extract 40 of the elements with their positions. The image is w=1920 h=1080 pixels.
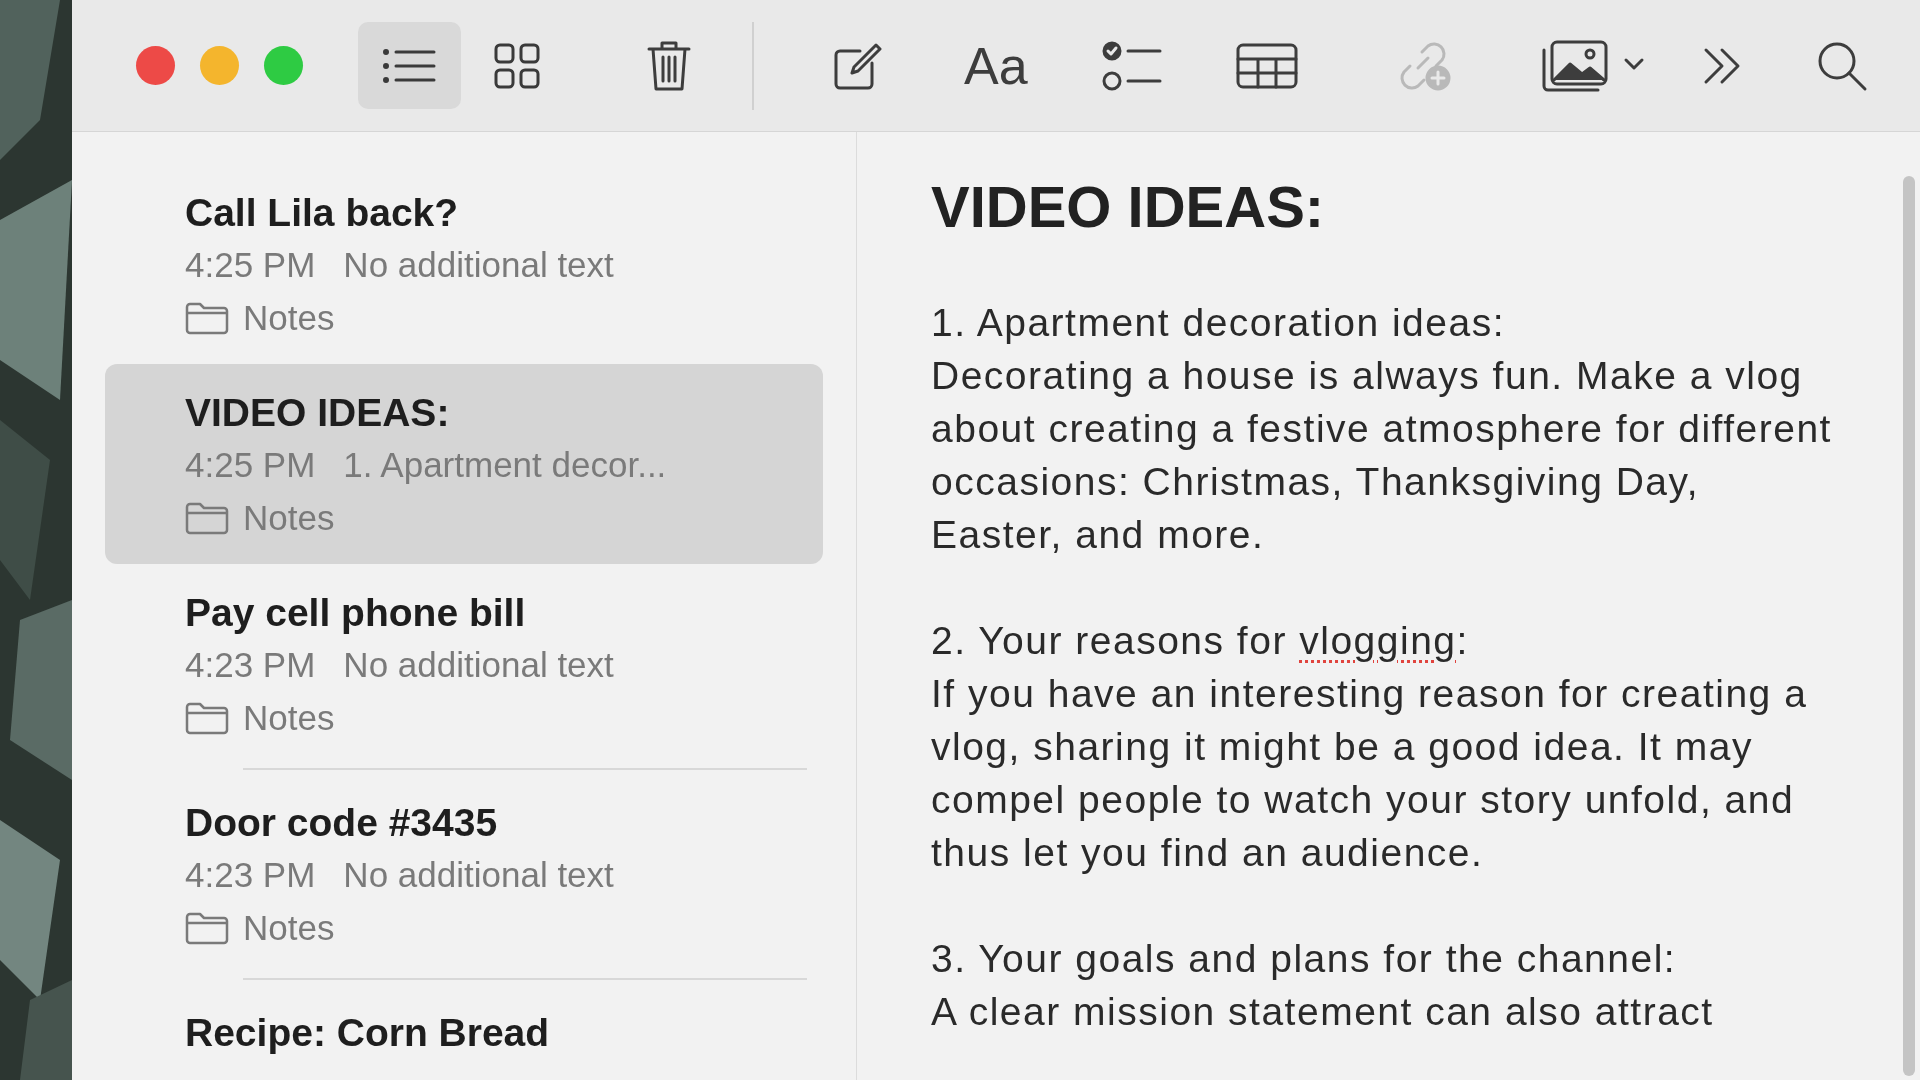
folder-label: Notes	[243, 697, 335, 739]
note-time: 4:23 PM	[185, 854, 316, 896]
table-icon	[1235, 42, 1298, 89]
note-preview: No additional text	[343, 244, 614, 286]
folder-label: Notes	[243, 907, 335, 949]
folder-icon	[185, 501, 229, 535]
note-preview: No additional text	[343, 854, 614, 896]
note-list-item[interactable]: Recipe: Corn Bread	[105, 984, 823, 1078]
folder-icon	[185, 911, 229, 945]
format-button[interactable]: Aa	[956, 25, 1036, 106]
folder-label: Notes	[243, 297, 335, 339]
note-title: Pay cell phone bill	[185, 590, 527, 636]
section-heading: 1. Apartment decoration ideas:	[931, 300, 1506, 346]
note-time: 4:25 PM	[185, 444, 316, 486]
note-time: 4:23 PM	[185, 644, 316, 686]
note-time: 4:25 PM	[185, 244, 316, 286]
section-heading: 3. Your goals and plans for the channel:	[931, 936, 1678, 982]
note-list-item[interactable]: VIDEO IDEAS: 4:25 PM 1. Apartment decor... Notes	[105, 364, 823, 564]
note-title: VIDEO IDEAS:	[185, 390, 451, 436]
folder-icon	[185, 701, 229, 735]
grid-icon	[492, 41, 541, 90]
note-list-item[interactable]: Call Lila back? 4:25 PM No additional text Notes	[105, 164, 823, 364]
paragraph: If you have an interesting reason for creating a vlog, sharing it might be a good idea. It may compel people to watch your story unfold, and thus let you find an audience.	[931, 671, 1809, 876]
list-view-button[interactable]	[358, 22, 461, 109]
photo-icon	[1541, 39, 1646, 92]
scrollbar[interactable]	[1903, 176, 1915, 1076]
paragraph: Decorating a house is always fun. Make a vlog about creating a festive atmosphere for different occasions: Christmas, Thanksgiving Day, Easter, and more.	[931, 353, 1833, 558]
note-title: Door code #3435	[185, 800, 499, 846]
note-list-item[interactable]: Door code #3435 4:23 PM No additional text Notes	[105, 774, 823, 974]
note-heading: VIDEO IDEAS:	[931, 173, 1326, 241]
folder-label: Notes	[243, 497, 335, 539]
paragraph: A clear mission statement can also attract	[931, 989, 1715, 1035]
note-preview: No additional text	[343, 644, 614, 686]
note-list-item[interactable]: Pay cell phone bill 4:23 PM No additional text Notes	[105, 564, 823, 764]
note-title: Call Lila back?	[185, 190, 460, 236]
note-title: Recipe: Corn Bread	[185, 1010, 551, 1056]
folder-icon	[185, 301, 229, 335]
note-preview: 1. Apartment decor...	[343, 444, 667, 486]
close-button[interactable]	[136, 46, 175, 85]
section-heading: 2. Your reasons for vlogging:	[931, 618, 1470, 664]
